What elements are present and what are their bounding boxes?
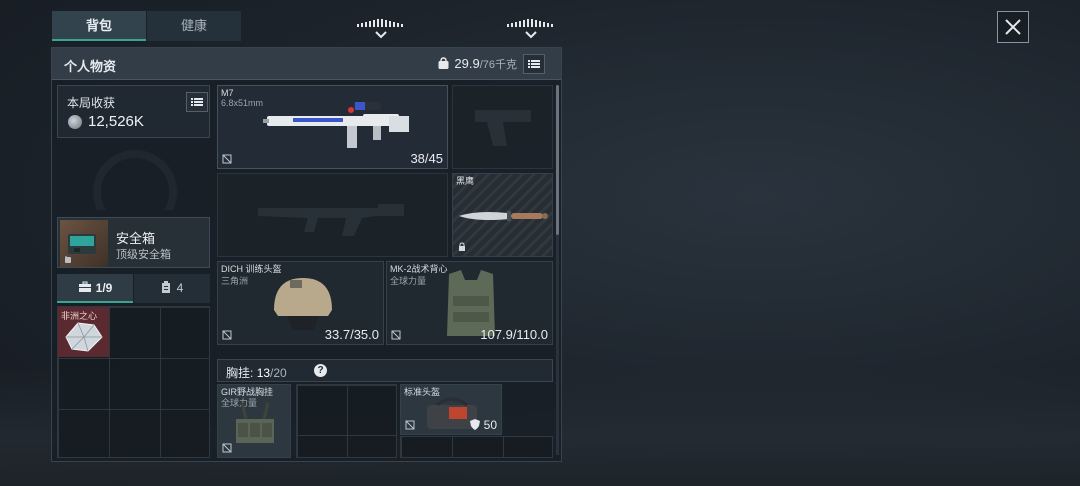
pistol-silhouette-icon xyxy=(475,110,531,146)
lock-icon xyxy=(459,242,465,251)
tab-backpack[interactable]: 背包 xyxy=(52,11,146,41)
weight-icon xyxy=(438,57,449,69)
no-insure-icon xyxy=(391,330,401,340)
close-icon xyxy=(1005,19,1021,35)
helmet-faction: 三角洲 xyxy=(221,276,249,286)
item-heart-of-africa[interactable]: 非洲之心 xyxy=(58,307,109,357)
primary-weapon-slot[interactable]: M7 6.8x51mm 38/45 xyxy=(217,85,448,169)
melee-name: 黑鹰 xyxy=(456,176,475,186)
panel-header: 个人物资 29.9/76千克 xyxy=(52,48,561,80)
secondary-weapon-slot[interactable] xyxy=(217,173,448,257)
scrollbar-thumb[interactable] xyxy=(556,85,559,235)
chest-rig-slot[interactable]: GIR野战胸挂 全球力量 xyxy=(217,384,291,458)
tab-storage-box[interactable]: 1/9 xyxy=(57,274,133,303)
armor-durability: 107.9/110.0 xyxy=(480,327,548,342)
no-insure-icon xyxy=(405,420,415,430)
chest-rig-grid[interactable] xyxy=(296,384,397,458)
earnings-value: 12,526K xyxy=(88,113,144,130)
list-view-button[interactable] xyxy=(523,54,545,74)
help-icon[interactable]: ? xyxy=(314,364,327,377)
earnings-list-button[interactable] xyxy=(186,92,208,112)
toolbox-icon xyxy=(78,281,91,292)
no-insure-icon xyxy=(222,443,232,453)
helmet-slot[interactable]: DICH 训练头盔 三角洲 33.7/35.0 xyxy=(217,261,384,345)
weapon-name: M7 xyxy=(221,88,234,98)
weapon-durability: 38/45 xyxy=(410,151,443,166)
helmet-durability: 33.7/35.0 xyxy=(324,327,379,342)
safe-box-type: 顶级安全箱 xyxy=(116,249,171,261)
chest-rig-current: 13 xyxy=(256,366,271,380)
item-list-count: 4 xyxy=(176,281,184,295)
bag-count-value: 50 xyxy=(483,418,497,432)
melee-slot[interactable]: 黑鹰 xyxy=(452,173,553,257)
list-icon xyxy=(191,98,203,106)
signal-dropdown-icon[interactable] xyxy=(355,18,407,42)
chest-rig-label: 胸挂: xyxy=(226,366,254,380)
safe-box-card[interactable]: 安全箱 顶级安全箱 xyxy=(57,217,210,268)
no-insure-icon xyxy=(222,330,232,340)
storage-box-count: 1/9 xyxy=(95,281,113,295)
weight-readout: 29.9/76千克 xyxy=(437,56,517,72)
bag-grid[interactable] xyxy=(400,436,553,458)
chest-rig-capacity: 胸挂: 13/20 xyxy=(226,364,287,381)
signal-dropdown-icon[interactable] xyxy=(505,18,557,42)
emblem-watermark-icon xyxy=(93,150,177,210)
panel-title: 个人物资 xyxy=(64,59,117,74)
tab-item-list[interactable]: 4 xyxy=(134,274,210,303)
weight-capacity: /76千克 xyxy=(479,59,517,71)
armor-faction: 全球力量 xyxy=(390,276,427,286)
no-insure-icon xyxy=(222,154,232,164)
earnings-label: 本局收获 xyxy=(67,96,116,110)
item-label: 非洲之心 xyxy=(61,311,98,321)
rifle-icon xyxy=(263,102,409,148)
chest-rig-capacity-max: /20 xyxy=(270,366,287,380)
rifle-silhouette-icon xyxy=(258,204,404,236)
tab-health[interactable]: 健康 xyxy=(147,11,241,41)
earnings-card: 本局收获 12,526K xyxy=(57,85,210,138)
weight-current: 29.9 xyxy=(454,56,480,71)
safe-box-icon xyxy=(65,234,96,263)
safe-box-name: 安全箱 xyxy=(116,231,156,246)
list-icon xyxy=(528,60,540,68)
clipboard-icon xyxy=(161,281,170,293)
chest-rig-header: 胸挂: 13/20 ? xyxy=(217,359,553,382)
bag-item-count: 50 xyxy=(470,418,497,432)
weapon-caliber: 6.8x51mm xyxy=(221,98,264,108)
armor-name: MK-2战术背心 xyxy=(390,264,448,274)
shield-icon xyxy=(470,419,481,430)
close-button[interactable] xyxy=(997,11,1029,43)
pistol-slot[interactable] xyxy=(452,85,553,169)
coin-icon xyxy=(68,115,82,129)
safe-box-item[interactable] xyxy=(60,220,108,267)
bag-item-slot[interactable]: 标准头盔 50 xyxy=(400,384,502,435)
knife-icon xyxy=(459,211,548,221)
chest-rig-icon xyxy=(236,402,274,443)
armor-slot[interactable]: MK-2战术背心 全球力量 107.9/110.0 xyxy=(386,261,553,345)
